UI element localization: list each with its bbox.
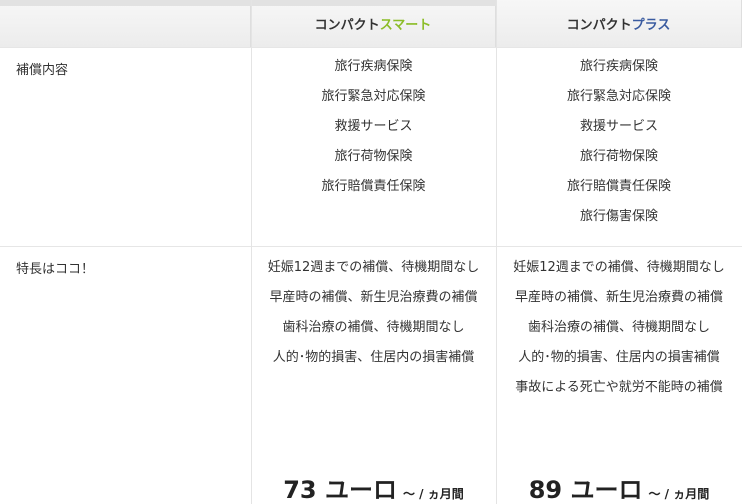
list-item: 旅行疾病保険 [579,59,658,74]
plan-name-accent: プラス [631,18,671,33]
list-item: 人的･物的損害、住居内の損害補償 [518,350,720,365]
list-item: 旅行緊急対応保険 [321,89,426,104]
list-item: 早産時の補償、新生児治療費の補償 [514,290,723,305]
list-item: 旅行傷害保険 [579,209,658,224]
price-plus: 89 ユーロ ～ / ヵ月間 [496,470,742,504]
plan-name-accent: スマート [379,18,432,33]
header-plan-plus: コンパクト プラス [496,0,742,47]
list-item: 救援サービス [579,119,658,134]
row-label-coverage: 補償内容 [0,47,251,246]
features-list-plus: 妊娠12週までの補償、待機期間なし 早産時の補償、新生児治療費の補償 歯科治療の… [496,253,742,403]
list-item: 旅行賠償責任保険 [321,179,426,194]
table-header-row: コンパクト スマート コンパクト プラス [0,0,742,47]
list-item: 歯科治療の補償、待機期間なし [527,320,710,335]
price-amount: 73 ユーロ [283,476,397,504]
list-item: 歯科治療の補償、待機期間なし [282,320,465,335]
list-item: 旅行荷物保険 [334,149,413,164]
list-item: 旅行荷物保険 [579,149,658,164]
coverage-list-smart: 旅行疾病保険 旅行緊急対応保険 救援サービス 旅行荷物保険 旅行賠償責任保険 [251,52,496,202]
list-item: 人的･物的損害、住居内の損害補償 [272,350,475,365]
list-item: 旅行疾病保険 [334,59,413,74]
list-item: 早産時の補償、新生児治療費の補償 [269,290,478,305]
header-top-strip [0,0,496,6]
price-unit: ～ / ヵ月間 [403,487,464,501]
plan-name-prefix: コンパクト [314,18,380,33]
list-item: 救援サービス [334,119,413,134]
list-item: 妊娠12週までの補償、待機期間なし [267,260,480,275]
list-item: 妊娠12週までの補償、待機期間なし [513,260,725,275]
coverage-list-plus: 旅行疾病保険 旅行緊急対応保険 救援サービス 旅行荷物保険 旅行賠償責任保険 旅… [496,52,742,232]
plan-comparison-table: コンパクト スマート コンパクト プラス 補償内容 旅行疾病保険 旅行緊急対応保… [0,0,742,504]
plan-name-prefix: コンパクト [566,18,632,33]
row-label-text: 補償内容 [16,63,69,78]
list-item: 旅行緊急対応保険 [566,89,671,104]
row-label-text: 特長はココ！ [16,262,95,277]
price-unit: ～ / ヵ月間 [648,487,710,501]
header-plan-smart: コンパクト スマート [251,0,496,47]
list-item: 旅行賠償責任保険 [566,179,671,194]
list-item: 事故による死亡や就労不能時の補償 [515,380,723,395]
price-amount: 89 ユーロ [528,476,643,504]
row-label-features: 特長はココ！ [0,246,251,504]
features-list-smart: 妊娠12週までの補償、待機期間なし 早産時の補償、新生児治療費の補償 歯科治療の… [251,253,496,373]
price-smart: 73 ユーロ ～ / ヵ月間 [251,470,496,504]
header-empty-cell [0,0,251,47]
